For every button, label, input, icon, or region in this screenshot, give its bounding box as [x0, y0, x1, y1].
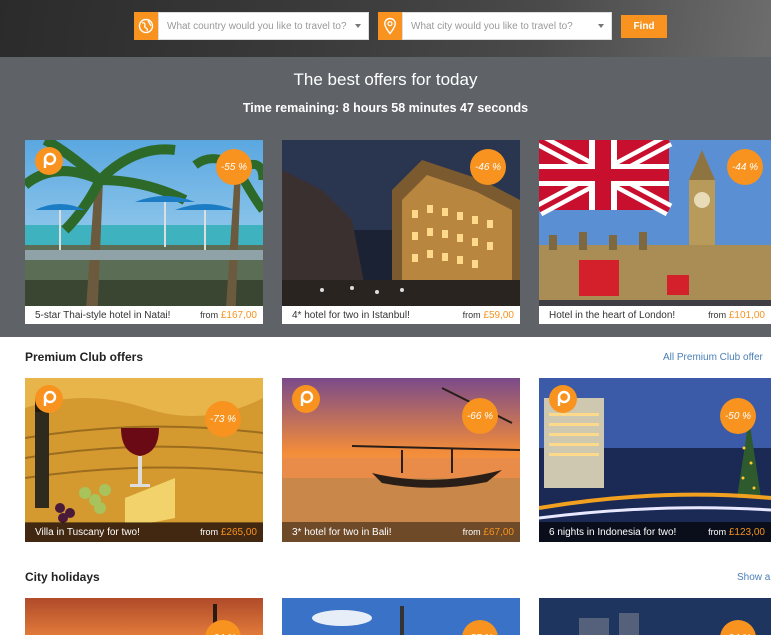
city-search-group: What city would you like to travel to? — [378, 12, 612, 40]
offer-price: £167,00 — [220, 309, 257, 321]
from-label: from — [462, 309, 481, 320]
premium-section-title: Premium Club offers — [25, 350, 144, 364]
offer-card-london[interactable]: -44 % Hotel in the heart of London! from… — [539, 140, 771, 324]
from-label: from — [708, 309, 727, 320]
chevron-down-icon — [355, 24, 361, 28]
offer-caption: 4* hotel for two in Istanbul! from £59,0… — [282, 306, 520, 324]
offer-price: £67,00 — [483, 526, 514, 538]
discount-badge: -73 % — [205, 401, 241, 437]
from-label: from — [200, 526, 219, 537]
offer-price-group: from £265,00 — [200, 527, 257, 538]
offer-price: £265,00 — [220, 526, 257, 538]
discount-badge: -44 % — [727, 149, 763, 185]
offer-card-natai[interactable]: -55 % 5-star Thai-style hotel in Natai! … — [25, 140, 263, 324]
offer-price: £123,00 — [728, 526, 765, 538]
offer-caption: 6 nights in Indonesia for two! from £123… — [539, 522, 771, 542]
from-label: from — [200, 309, 219, 320]
best-offers-title: The best offers for today — [293, 70, 478, 89]
city-section-title: City holidays — [25, 570, 100, 584]
offer-price: £101,00 — [728, 309, 765, 321]
offer-title: 4* hotel for two in Istanbul! — [292, 309, 410, 321]
countdown-timer: Time remaining: 8 hours 58 minutes 47 se… — [242, 101, 529, 115]
offer-caption: Villa in Tuscany for two! from £265,00 — [25, 522, 263, 542]
show-all-city-link[interactable]: Show a — [737, 572, 770, 583]
chevron-down-icon — [598, 24, 604, 28]
city-card[interactable]: -34 % — [539, 598, 771, 635]
offer-title: 5-star Thai-style hotel in Natai! — [35, 309, 171, 321]
city-card[interactable]: -57 % — [282, 598, 520, 635]
find-button[interactable]: Find — [621, 15, 667, 38]
offer-price-group: from £59,00 — [463, 310, 514, 321]
search-bar: What country would you like to travel to… — [0, 0, 771, 57]
offer-title: Hotel in the heart of London! — [549, 309, 676, 321]
premium-card-bali[interactable]: -66 % 3* hotel for two in Bali! from £67… — [282, 378, 520, 542]
offer-caption: Hotel in the heart of London! from £101,… — [539, 306, 771, 324]
country-select-placeholder: What country would you like to travel to… — [167, 20, 347, 32]
country-search-group: What country would you like to travel to… — [134, 12, 369, 40]
country-select[interactable]: What country would you like to travel to… — [158, 12, 369, 40]
discount-badge: -66 % — [462, 398, 498, 434]
offer-price-group: from £123,00 — [708, 527, 765, 538]
city-select-placeholder: What city would you like to travel to? — [411, 20, 573, 32]
brand-logo-icon — [35, 385, 63, 413]
from-label: from — [708, 526, 727, 537]
all-premium-offers-link[interactable]: All Premium Club offer — [663, 352, 763, 363]
globe-icon — [134, 12, 158, 40]
offer-price: £59,00 — [483, 309, 514, 321]
brand-logo-icon — [549, 385, 577, 413]
offer-title: 6 nights in Indonesia for two! — [549, 526, 677, 538]
offer-caption: 5-star Thai-style hotel in Natai! from £… — [25, 306, 263, 324]
premium-card-tuscany[interactable]: -73 % Villa in Tuscany for two! from £26… — [25, 378, 263, 542]
premium-card-indonesia[interactable]: -50 % 6 nights in Indonesia for two! fro… — [539, 378, 771, 542]
discount-badge: -46 % — [470, 149, 506, 185]
offer-price-group: from £67,00 — [463, 527, 514, 538]
offer-card-istanbul[interactable]: -46 % 4* hotel for two in Istanbul! from… — [282, 140, 520, 324]
offer-title: 3* hotel for two in Bali! — [292, 526, 392, 538]
brand-logo-icon — [292, 385, 320, 413]
offer-price-group: from £101,00 — [708, 310, 765, 321]
offer-price-group: from £167,00 — [200, 310, 257, 321]
brand-logo-icon — [35, 147, 63, 175]
offer-title: Villa in Tuscany for two! — [35, 526, 140, 538]
discount-badge: -55 % — [216, 149, 252, 185]
city-select[interactable]: What city would you like to travel to? — [402, 12, 612, 40]
map-pin-icon — [378, 12, 402, 40]
offer-caption: 3* hotel for two in Bali! from £67,00 — [282, 522, 520, 542]
discount-badge: -50 % — [720, 398, 756, 434]
city-card[interactable]: -64 % — [25, 598, 263, 635]
from-label: from — [462, 526, 481, 537]
